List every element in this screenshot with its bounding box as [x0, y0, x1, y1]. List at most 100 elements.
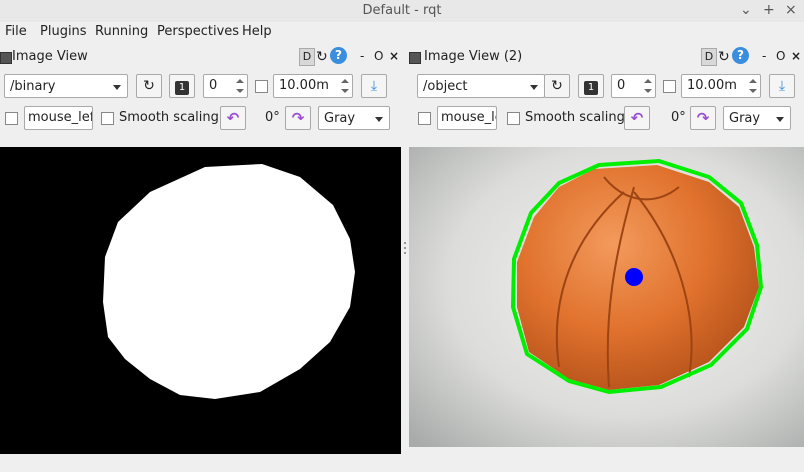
frame-number-toggle[interactable]: 1: [169, 74, 195, 98]
refresh-icon: ↻: [551, 78, 563, 94]
spin-down-icon[interactable]: [236, 89, 244, 93]
image-view-panel-object: Image View (2) D ↻ ? - O × /object ↻ 1 0…: [409, 44, 804, 454]
topic-value: /binary: [10, 79, 56, 94]
throttle-spinbox[interactable]: 10.00m: [273, 74, 353, 98]
menubar: File Plugins Running Perspectives Help: [0, 22, 804, 44]
minimize-panel-button[interactable]: -: [360, 49, 364, 63]
help-icon[interactable]: ?: [330, 47, 347, 64]
spin-up-icon[interactable]: [749, 79, 757, 83]
save-image-button[interactable]: ⤓: [769, 74, 795, 98]
number-one-icon: 1: [175, 81, 189, 95]
minimize-panel-button[interactable]: -: [762, 49, 766, 63]
panel-title: Image View: [12, 49, 88, 64]
color-scheme-value: Gray: [729, 111, 761, 126]
throttle-spinbox[interactable]: 10.00m: [681, 74, 761, 98]
number-one-icon: 1: [584, 81, 598, 95]
throttle-value: 10.00m: [687, 78, 737, 93]
frame-number-value: 0: [617, 78, 626, 93]
throttle-checkbox[interactable]: [255, 80, 268, 93]
rotate-right-button[interactable]: ↷: [690, 106, 716, 130]
centroid-marker: [625, 268, 643, 286]
panel-header: Image View D ↻ ? - O ×: [0, 44, 401, 70]
save-image-button[interactable]: ⤓: [361, 74, 387, 98]
color-scheme-combo[interactable]: Gray: [318, 106, 390, 130]
mouse-topic-input[interactable]: mouse_left: [24, 106, 93, 130]
mouse-publish-checkbox[interactable]: [418, 112, 431, 125]
window-titlebar: Default - rqt ⌄ + ×: [0, 0, 804, 23]
image-view-panel-binary: Image View D ↻ ? - O × /binary ↻ 1 0 10.…: [0, 44, 401, 454]
spin-up-icon[interactable]: [341, 79, 349, 83]
rotate-left-icon: ↶: [630, 109, 644, 127]
chevron-down-icon: [776, 117, 784, 122]
rotation-value: 0°: [671, 110, 686, 125]
topic-combo[interactable]: /object: [417, 74, 545, 98]
save-icon: ⤓: [370, 78, 378, 94]
reload-icon[interactable]: ↻: [718, 49, 730, 65]
spin-down-icon[interactable]: [749, 89, 757, 93]
panel-title: Image View (2): [424, 49, 523, 64]
plugin-icon: [409, 52, 421, 64]
save-icon: ⤓: [778, 78, 786, 94]
frame-number-toggle[interactable]: 1: [578, 74, 604, 98]
color-scheme-combo[interactable]: Gray: [723, 106, 791, 130]
refresh-icon: ↻: [143, 78, 155, 94]
rotate-right-icon: ↷: [696, 109, 710, 127]
menu-file[interactable]: File: [5, 24, 27, 39]
rotate-left-button[interactable]: ↶: [624, 106, 650, 130]
topic-value: /object: [423, 79, 468, 94]
minimize-icon[interactable]: ⌄: [740, 2, 752, 18]
smooth-scaling-checkbox[interactable]: [101, 112, 114, 125]
spin-up-icon[interactable]: [236, 79, 244, 83]
menu-running[interactable]: Running: [95, 24, 148, 39]
frame-spinbox[interactable]: 0: [203, 74, 248, 98]
binary-image[interactable]: [0, 147, 401, 454]
refresh-topics-button[interactable]: ↻: [136, 74, 162, 98]
smooth-scaling-label: Smooth scaling: [119, 110, 219, 125]
mouse-topic-input[interactable]: mouse_left: [437, 106, 497, 130]
menu-plugins[interactable]: Plugins: [40, 24, 87, 39]
smooth-scaling-checkbox[interactable]: [507, 112, 520, 125]
binary-blob: [103, 164, 355, 399]
spin-up-icon[interactable]: [644, 79, 652, 83]
chevron-down-icon: [375, 117, 383, 122]
panel-splitter[interactable]: [401, 44, 409, 454]
close-panel-icon[interactable]: ×: [389, 49, 399, 63]
object-scene-svg: [409, 147, 804, 447]
binary-mask-svg: [103, 164, 355, 399]
splitter-dot: [404, 242, 406, 244]
close-panel-icon[interactable]: ×: [791, 49, 801, 63]
spin-down-icon[interactable]: [644, 89, 652, 93]
rotate-right-icon: ↷: [291, 109, 305, 127]
chevron-down-icon: [530, 85, 538, 90]
rotate-right-button[interactable]: ↷: [285, 106, 311, 130]
plugin-icon: [0, 52, 12, 64]
help-icon[interactable]: ?: [732, 47, 749, 64]
spin-down-icon[interactable]: [341, 89, 349, 93]
menu-help[interactable]: Help: [242, 24, 272, 39]
smooth-scaling-label: Smooth scaling: [525, 110, 625, 125]
splitter-dot: [404, 247, 406, 249]
float-panel-button[interactable]: O: [374, 49, 383, 63]
float-panel-button[interactable]: O: [776, 49, 785, 63]
window-title: Default - rqt: [362, 3, 442, 18]
close-icon[interactable]: ×: [785, 2, 797, 18]
rotate-left-button[interactable]: ↶: [220, 106, 246, 130]
object-image[interactable]: [409, 147, 804, 447]
frame-spinbox[interactable]: 0: [611, 74, 656, 98]
topic-combo[interactable]: /binary: [4, 74, 128, 98]
rotation-value: 0°: [265, 110, 280, 125]
throttle-checkbox[interactable]: [663, 80, 676, 93]
menu-perspectives[interactable]: Perspectives: [157, 24, 239, 39]
mouse-publish-checkbox[interactable]: [5, 112, 18, 125]
color-scheme-value: Gray: [324, 111, 356, 126]
chevron-down-icon: [113, 85, 121, 90]
splitter-dot: [404, 252, 406, 254]
refresh-topics-button[interactable]: ↻: [544, 74, 570, 98]
frame-number-value: 0: [209, 78, 218, 93]
maximize-icon[interactable]: +: [763, 2, 775, 18]
reload-icon[interactable]: ↻: [316, 49, 328, 65]
throttle-value: 10.00m: [279, 78, 329, 93]
dock-d-button[interactable]: D: [701, 48, 717, 66]
dock-d-button[interactable]: D: [299, 48, 315, 66]
rotate-left-icon: ↶: [226, 109, 240, 127]
